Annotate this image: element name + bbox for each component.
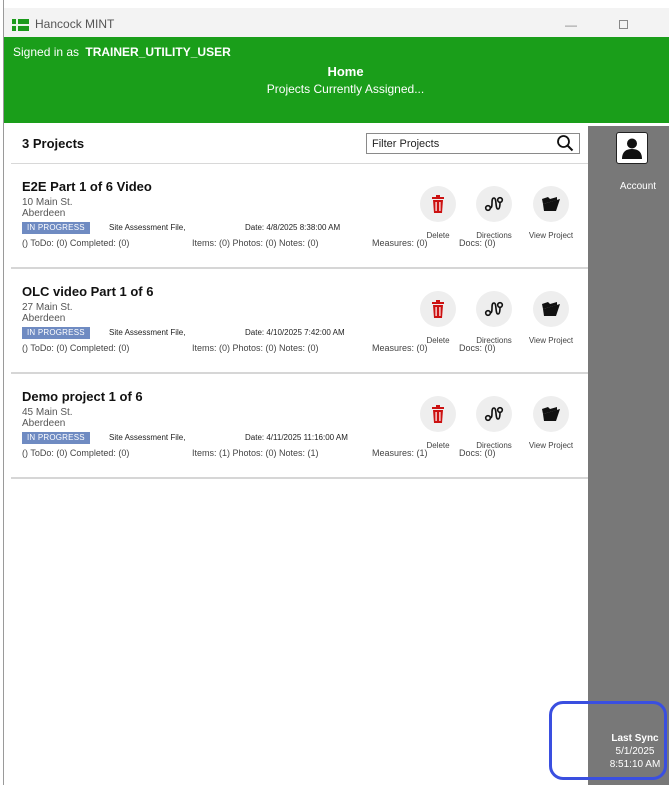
mint-logo-icon	[12, 19, 29, 31]
app-window: Hancock MINT — Signed in as TRAINER_UTIL…	[3, 0, 669, 785]
account-button[interactable]	[616, 132, 648, 164]
directions-button[interactable]	[476, 186, 512, 222]
project-type: Site Assessment File,	[109, 223, 186, 232]
route-icon	[484, 406, 504, 422]
project-name: E2E Part 1 of 6 Video	[22, 179, 152, 194]
project-list-panel: 3 Projects E2E Part 1 of 6 Video 10 Main…	[11, 126, 588, 785]
project-item-counts: Items: (0) Photos: (0) Notes: (0)	[192, 238, 319, 248]
last-sync-time: 8:51:10 AM	[609, 759, 661, 770]
project-street: 27 Main St.	[22, 302, 73, 313]
view-project-button[interactable]	[533, 396, 569, 432]
person-icon	[622, 138, 642, 159]
project-card[interactable]: E2E Part 1 of 6 Video 10 Main St. Aberde…	[11, 165, 588, 269]
minimize-button[interactable]: —	[554, 16, 588, 34]
view-project-label: View Project	[528, 441, 574, 450]
signed-in-prefix: Signed in as	[13, 45, 80, 59]
folder-open-icon	[542, 407, 560, 421]
project-name: Demo project 1 of 6	[22, 389, 143, 404]
status-badge: IN PROGRESS	[22, 222, 90, 234]
project-city: Aberdeen	[22, 418, 66, 429]
route-icon	[484, 196, 504, 212]
trash-icon	[432, 405, 444, 423]
delete-button[interactable]	[420, 291, 456, 327]
view-project-label: View Project	[528, 231, 574, 240]
project-item-counts: Items: (1) Photos: (0) Notes: (1)	[192, 448, 319, 458]
project-todo-counts: () ToDo: (0) Completed: (0)	[22, 343, 130, 353]
directions-button[interactable]	[476, 291, 512, 327]
maximize-button[interactable]	[607, 16, 641, 34]
signed-in-user: TRAINER_UTILITY_USER	[85, 45, 231, 59]
directions-button[interactable]	[476, 396, 512, 432]
project-city: Aberdeen	[22, 208, 66, 219]
page-title: Home	[327, 64, 364, 79]
folder-open-icon	[542, 302, 560, 316]
project-street: 10 Main St.	[22, 197, 73, 208]
maximize-icon	[619, 20, 628, 29]
project-city: Aberdeen	[22, 313, 66, 324]
project-date: Date: 4/8/2025 8:38:00 AM	[245, 223, 341, 232]
delete-label: Delete	[426, 231, 450, 240]
search-icon[interactable]	[556, 134, 574, 152]
directions-label: Directions	[476, 231, 512, 240]
project-street: 45 Main St.	[22, 407, 73, 418]
title-bar: Hancock MINT —	[4, 0, 669, 37]
trash-icon	[432, 195, 444, 213]
delete-label: Delete	[426, 441, 450, 450]
project-count: 3 Projects	[22, 136, 85, 151]
status-badge: IN PROGRESS	[22, 432, 90, 444]
route-icon	[484, 301, 504, 317]
project-date: Date: 4/11/2025 11:16:00 AM	[245, 433, 348, 442]
project-todo-counts: () ToDo: (0) Completed: (0)	[22, 448, 130, 458]
delete-button[interactable]	[420, 186, 456, 222]
last-sync-title: Last Sync	[611, 733, 659, 744]
project-todo-counts: () ToDo: (0) Completed: (0)	[22, 238, 130, 248]
signed-in-indicator: Signed in as TRAINER_UTILITY_USER	[13, 45, 231, 59]
filter-projects-input[interactable]	[366, 133, 580, 154]
project-type: Site Assessment File,	[109, 433, 186, 442]
project-type: Site Assessment File,	[109, 328, 186, 337]
status-badge: IN PROGRESS	[22, 327, 90, 339]
trash-icon	[432, 300, 444, 318]
project-date: Date: 4/10/2025 7:42:00 AM	[245, 328, 345, 337]
project-card[interactable]: Demo project 1 of 6 45 Main St. Aberdeen…	[11, 375, 588, 479]
delete-label: Delete	[426, 336, 450, 345]
window-title: Hancock MINT	[35, 17, 115, 31]
last-sync-date: 5/1/2025	[615, 746, 655, 757]
view-project-button[interactable]	[533, 291, 569, 327]
project-card[interactable]: OLC video Part 1 of 6 27 Main St. Aberde…	[11, 270, 588, 374]
project-name: OLC video Part 1 of 6	[22, 284, 154, 299]
directions-label: Directions	[476, 336, 512, 345]
right-sidebar: Account	[588, 126, 669, 785]
page-header: Signed in as TRAINER_UTILITY_USER Home P…	[4, 37, 669, 123]
list-toolbar: 3 Projects	[11, 126, 588, 164]
view-project-label: View Project	[528, 336, 574, 345]
view-project-button[interactable]	[533, 186, 569, 222]
account-label: Account	[619, 181, 657, 192]
page-subtitle: Projects Currently Assigned...	[266, 82, 425, 96]
directions-label: Directions	[476, 441, 512, 450]
project-item-counts: Items: (0) Photos: (0) Notes: (0)	[192, 343, 319, 353]
folder-open-icon	[542, 197, 560, 211]
delete-button[interactable]	[420, 396, 456, 432]
